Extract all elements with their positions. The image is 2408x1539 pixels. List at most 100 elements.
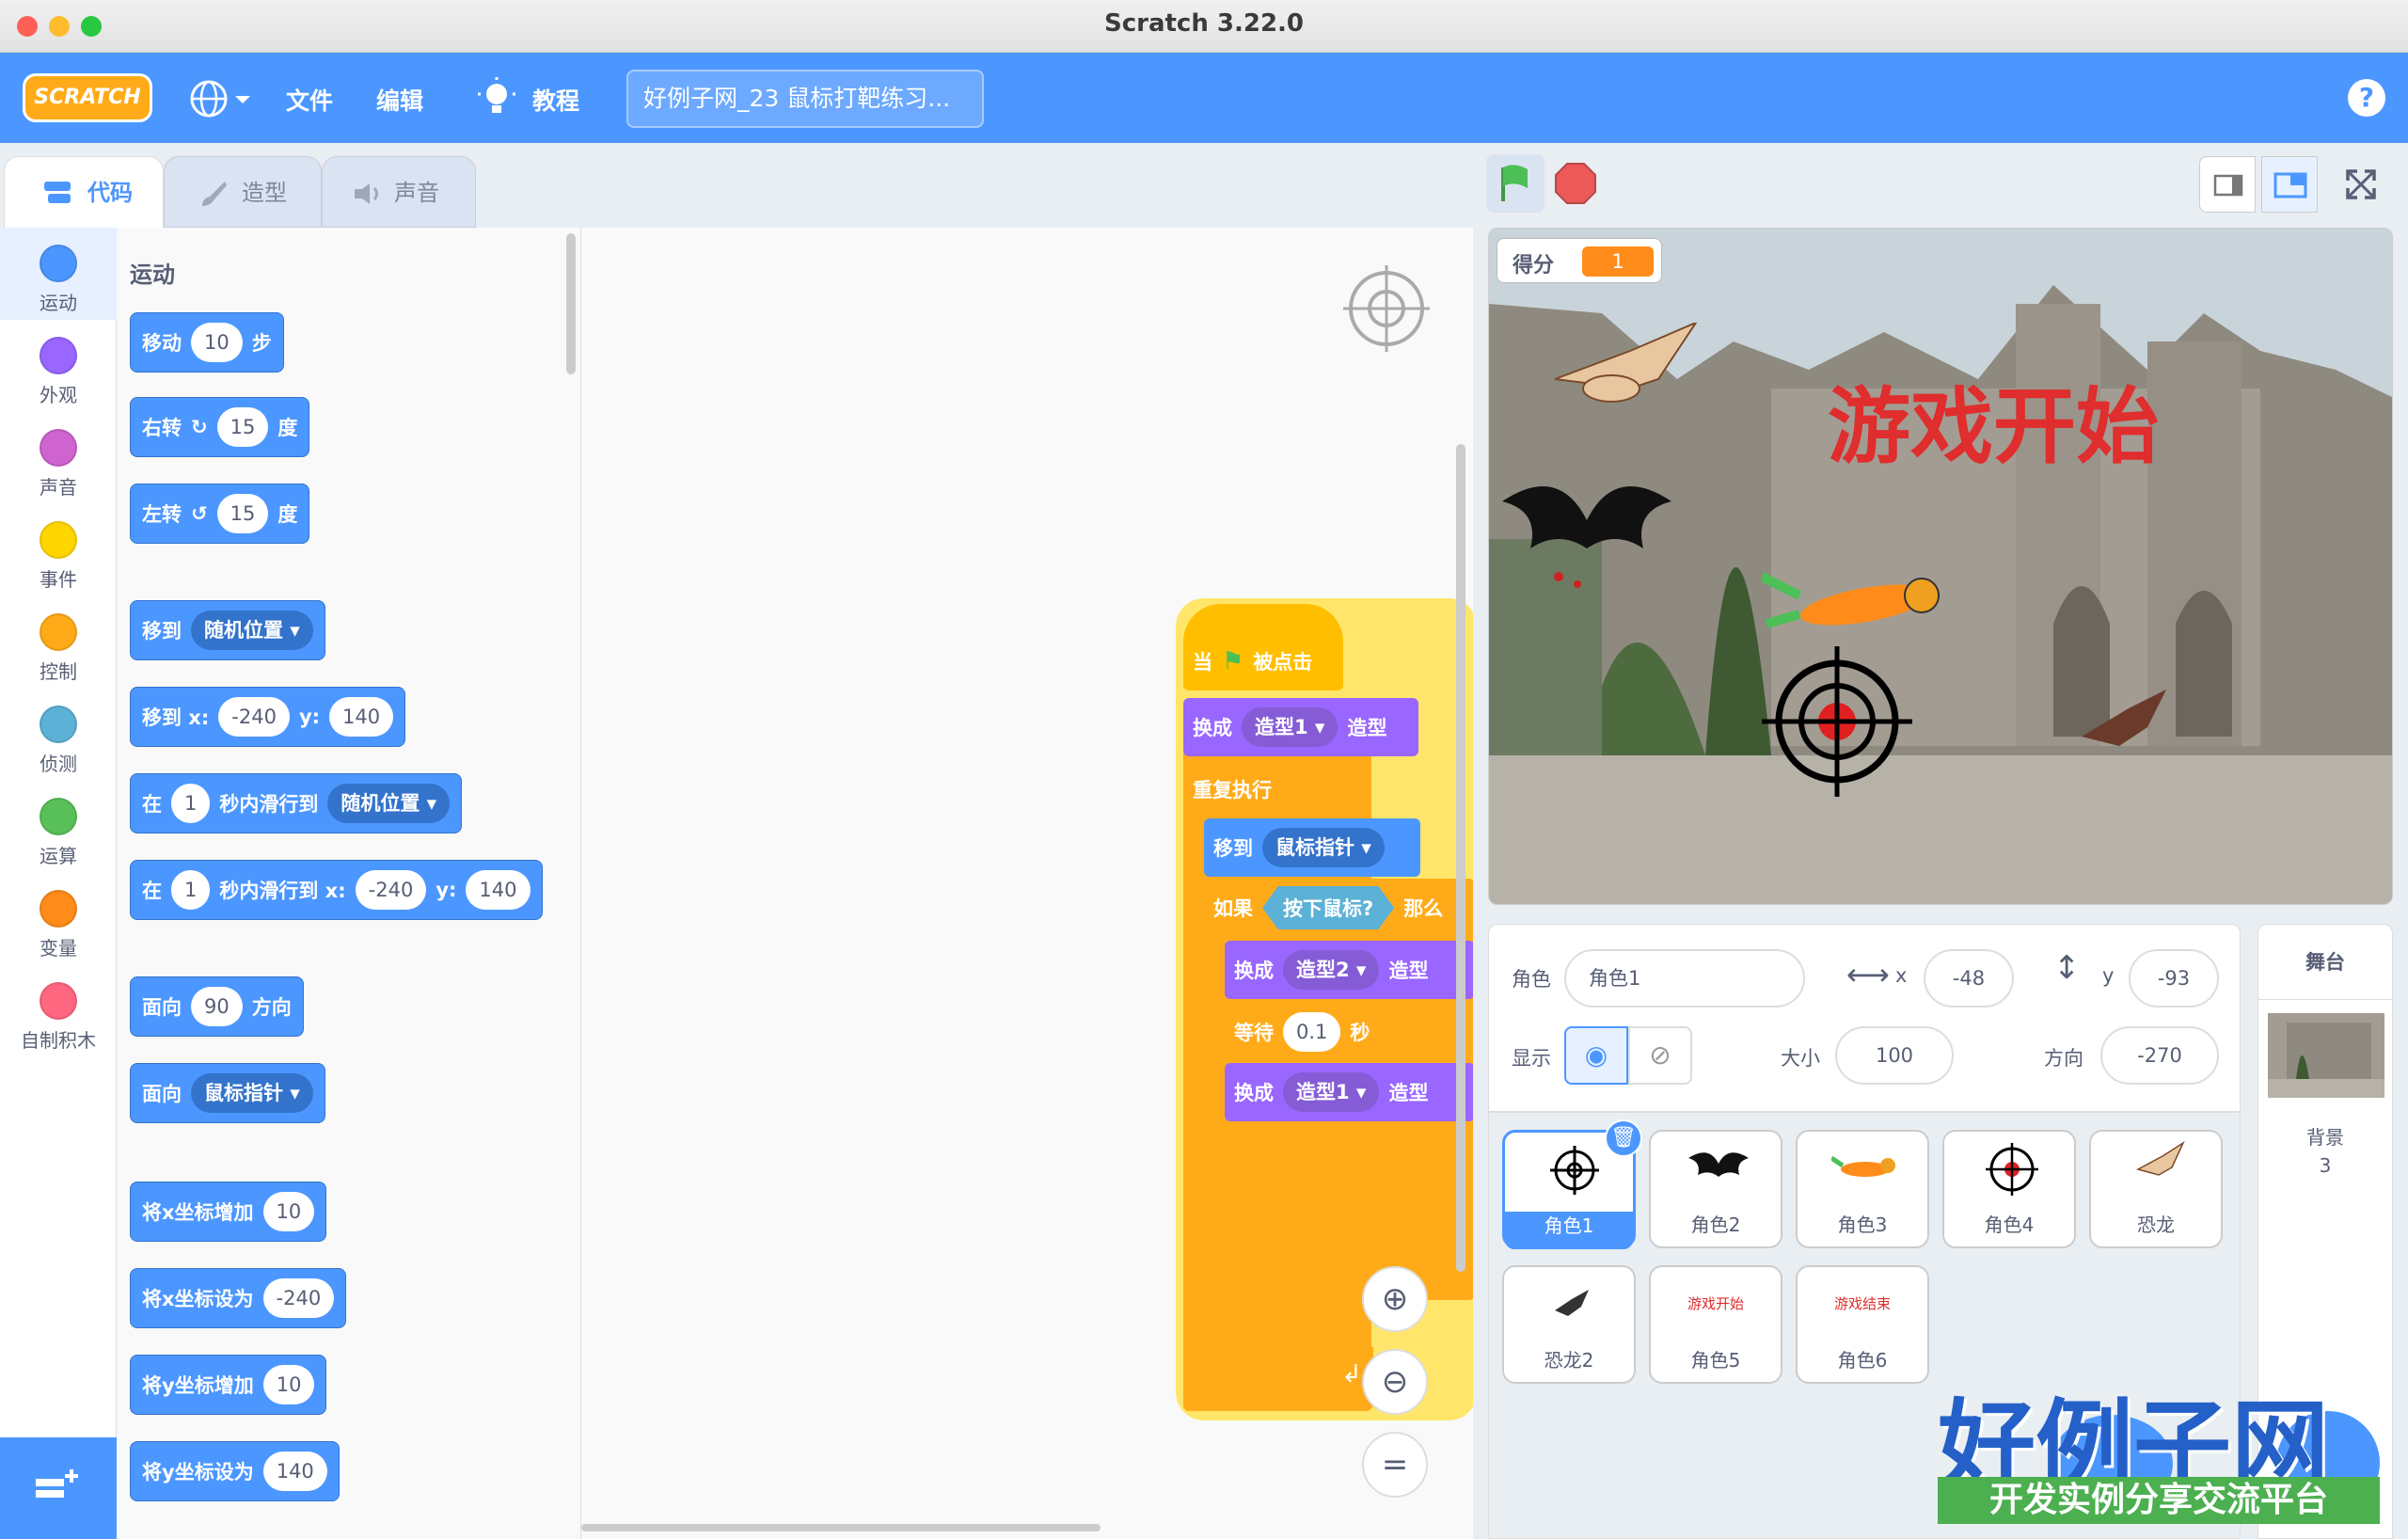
category-motion[interactable]: 运动 <box>0 233 117 325</box>
tab-code[interactable]: 代码 <box>4 156 164 228</box>
palette-scrollbar[interactable] <box>566 233 576 374</box>
block-input[interactable]: -240 <box>218 697 290 737</box>
block-input[interactable]: 90 <box>191 987 243 1026</box>
fullscreen-button[interactable] <box>2333 156 2389 213</box>
normal-stage-button[interactable] <box>2261 156 2318 213</box>
zoom-in-button[interactable]: ⊕ <box>1362 1266 1428 1332</box>
tutorials-button[interactable]: 教程 <box>478 77 638 120</box>
block-input[interactable]: 1 <box>171 784 211 823</box>
point-towards-block[interactable]: 面向 鼠标指针 ▾ <box>130 1063 325 1123</box>
sprite-tile[interactable]: 角色2 <box>1649 1130 1782 1248</box>
zoom-out-button[interactable]: ⊖ <box>1362 1349 1428 1415</box>
costume-dropdown[interactable]: 造型2 ▾ <box>1283 950 1380 990</box>
show-sprite-button[interactable]: ◉ <box>1564 1026 1628 1085</box>
small-stage-button[interactable] <box>2199 156 2256 213</box>
category-looks[interactable]: 外观 <box>0 325 117 418</box>
goto-dropdown[interactable]: 随机位置 ▾ <box>191 611 313 650</box>
glide-dropdown[interactable]: 随机位置 ▾ <box>327 784 451 823</box>
block-input[interactable]: 0.1 <box>1283 1012 1341 1052</box>
block-input[interactable]: 140 <box>262 1452 327 1491</box>
green-flag-button[interactable] <box>1486 154 1545 213</box>
sprite-tile[interactable]: 游戏开始 角色5 <box>1649 1265 1782 1384</box>
goto-block[interactable]: 移到 随机位置 ▾ <box>130 600 325 660</box>
set-y-block[interactable]: 将y坐标设为 140 <box>130 1441 340 1501</box>
block-input[interactable]: 15 <box>216 407 269 447</box>
block-input[interactable]: -240 <box>262 1278 335 1318</box>
direction-input[interactable]: -270 <box>2100 1026 2219 1085</box>
workspace-vertical-scrollbar[interactable] <box>1456 444 1465 1272</box>
score-monitor[interactable]: 得分 1 <box>1497 238 1662 283</box>
change-x-block[interactable]: 将x坐标增加 10 <box>130 1182 327 1242</box>
script-stack[interactable]: ↲ 当 ⚑ 被点击 换成 造型1 ▾ 造型 重复执行 移到 鼠标指针 ▾ 如果 按下鼠标? 那… <box>1183 604 1475 1415</box>
goto-xy-block[interactable]: 移到 x: -240 y: 140 <box>130 687 406 747</box>
stop-button[interactable] <box>1552 160 1599 207</box>
turn-left-block[interactable]: 左转 ↺ 15 度 <box>130 484 310 544</box>
language-menu[interactable] <box>188 75 254 122</box>
change-y-block[interactable]: 将y坐标增加 10 <box>130 1355 327 1415</box>
category-sound[interactable]: 声音 <box>0 418 117 510</box>
delete-sprite-button[interactable]: 🗑 <box>1605 1119 1642 1157</box>
sprite-tile[interactable]: 恐龙 <box>2089 1130 2223 1248</box>
block-input[interactable]: -240 <box>355 870 427 910</box>
small-dinosaur-sprite[interactable] <box>2072 690 2176 765</box>
goto-mouse-block[interactable]: 移到 鼠标指针 ▾ <box>1204 818 1420 877</box>
edit-menu[interactable]: 编辑 <box>376 83 423 117</box>
point-direction-block[interactable]: 面向 90 方向 <box>130 976 304 1037</box>
category-control[interactable]: 控制 <box>0 602 117 694</box>
code-workspace[interactable]: ↲ 当 ⚑ 被点击 换成 造型1 ▾ 造型 重复执行 移到 鼠标指针 ▾ 如果 按下鼠标? 那… <box>581 228 1477 1539</box>
category-events[interactable]: 事件 <box>0 510 117 602</box>
zoom-reset-button[interactable]: = <box>1362 1432 1428 1498</box>
block-input[interactable]: 140 <box>466 870 531 910</box>
costume-dropdown[interactable]: 造型1 ▾ <box>1283 1072 1380 1112</box>
category-sensing[interactable]: 侦测 <box>0 694 117 786</box>
size-input[interactable]: 100 <box>1835 1026 1954 1085</box>
switch-costume-block-1[interactable]: 换成 造型1 ▾ 造型 <box>1183 698 1418 756</box>
tab-costumes[interactable]: 造型 <box>164 156 322 228</box>
pterodactyl-sprite[interactable] <box>1545 323 1705 426</box>
block-input[interactable]: 10 <box>191 323 243 362</box>
block-input[interactable]: 15 <box>216 494 269 533</box>
sprite-name-input[interactable]: 角色1 <box>1564 949 1805 1007</box>
hide-sprite-button[interactable]: ⊘ <box>1628 1026 1692 1085</box>
point-towards-dropdown[interactable]: 鼠标指针 ▾ <box>191 1073 313 1113</box>
glide-block[interactable]: 在 1 秒内滑行到 随机位置 ▾ <box>130 773 463 833</box>
sprite-tile[interactable]: 角色1 🗑 <box>1502 1119 1642 1249</box>
bat-sprite[interactable] <box>1502 464 1671 595</box>
file-menu[interactable]: 文件 <box>286 83 333 117</box>
sprite-tile[interactable]: 角色4 <box>1942 1130 2076 1248</box>
glide-xy-block[interactable]: 在 1 秒内滑行到 x: -240 y: 140 <box>130 860 543 920</box>
mouse-down-condition[interactable]: 按下鼠标? <box>1262 886 1395 929</box>
category-operators[interactable]: 运算 <box>0 786 117 879</box>
scratch-logo[interactable]: SCRATCH <box>23 73 152 122</box>
switch-costume-block-3[interactable]: 换成 造型1 ▾ 造型 <box>1225 1063 1475 1121</box>
crosshair-target-sprite[interactable] <box>1762 646 1912 797</box>
goto-target-dropdown[interactable]: 鼠标指针 ▾ <box>1262 828 1385 867</box>
block-input[interactable]: 10 <box>262 1192 315 1231</box>
if-block[interactable]: 如果 按下鼠标? 那么 <box>1204 879 1475 937</box>
forever-block[interactable]: 重复执行 <box>1183 760 1371 818</box>
set-x-block[interactable]: 将x坐标设为 -240 <box>130 1268 347 1328</box>
tab-sounds[interactable]: 声音 <box>322 156 476 228</box>
move-steps-block[interactable]: 移动 10 步 <box>130 312 284 373</box>
costume-dropdown[interactable]: 造型1 ▾ <box>1242 707 1339 747</box>
switch-costume-block-2[interactable]: 换成 造型2 ▾ 造型 <box>1225 941 1475 999</box>
block-input[interactable]: 10 <box>262 1365 315 1404</box>
category-my-blocks[interactable]: 自制积木 <box>0 971 117 1063</box>
block-input[interactable]: 140 <box>329 697 394 737</box>
help-button[interactable]: ? <box>2348 79 2385 117</box>
wait-block[interactable]: 等待 0.1 秒 <box>1225 1003 1381 1061</box>
stage-canvas[interactable]: 得分 1 游戏开始 <box>1488 228 2393 905</box>
workspace-horizontal-scrollbar[interactable] <box>581 1524 1101 1531</box>
sprite-tile[interactable]: 恐龙2 <box>1502 1265 1636 1384</box>
sprite-tile[interactable]: 游戏结束 角色6 <box>1796 1265 1929 1384</box>
block-input[interactable]: 1 <box>171 870 211 910</box>
when-flag-clicked-block[interactable]: 当 ⚑ 被点击 <box>1183 604 1343 690</box>
add-extension-button[interactable] <box>0 1437 117 1539</box>
project-title-input[interactable]: 好例子网_23 鼠标打靶练习... <box>626 70 984 128</box>
sprite-tile[interactable]: 角色3 <box>1796 1130 1929 1248</box>
diver-sprite[interactable] <box>1762 567 1959 652</box>
turn-right-block[interactable]: 右转 ↻ 15 度 <box>130 397 310 457</box>
y-position-input[interactable]: -93 <box>2129 949 2219 1007</box>
x-position-input[interactable]: -48 <box>1924 949 2014 1007</box>
category-variables[interactable]: 变量 <box>0 879 117 971</box>
